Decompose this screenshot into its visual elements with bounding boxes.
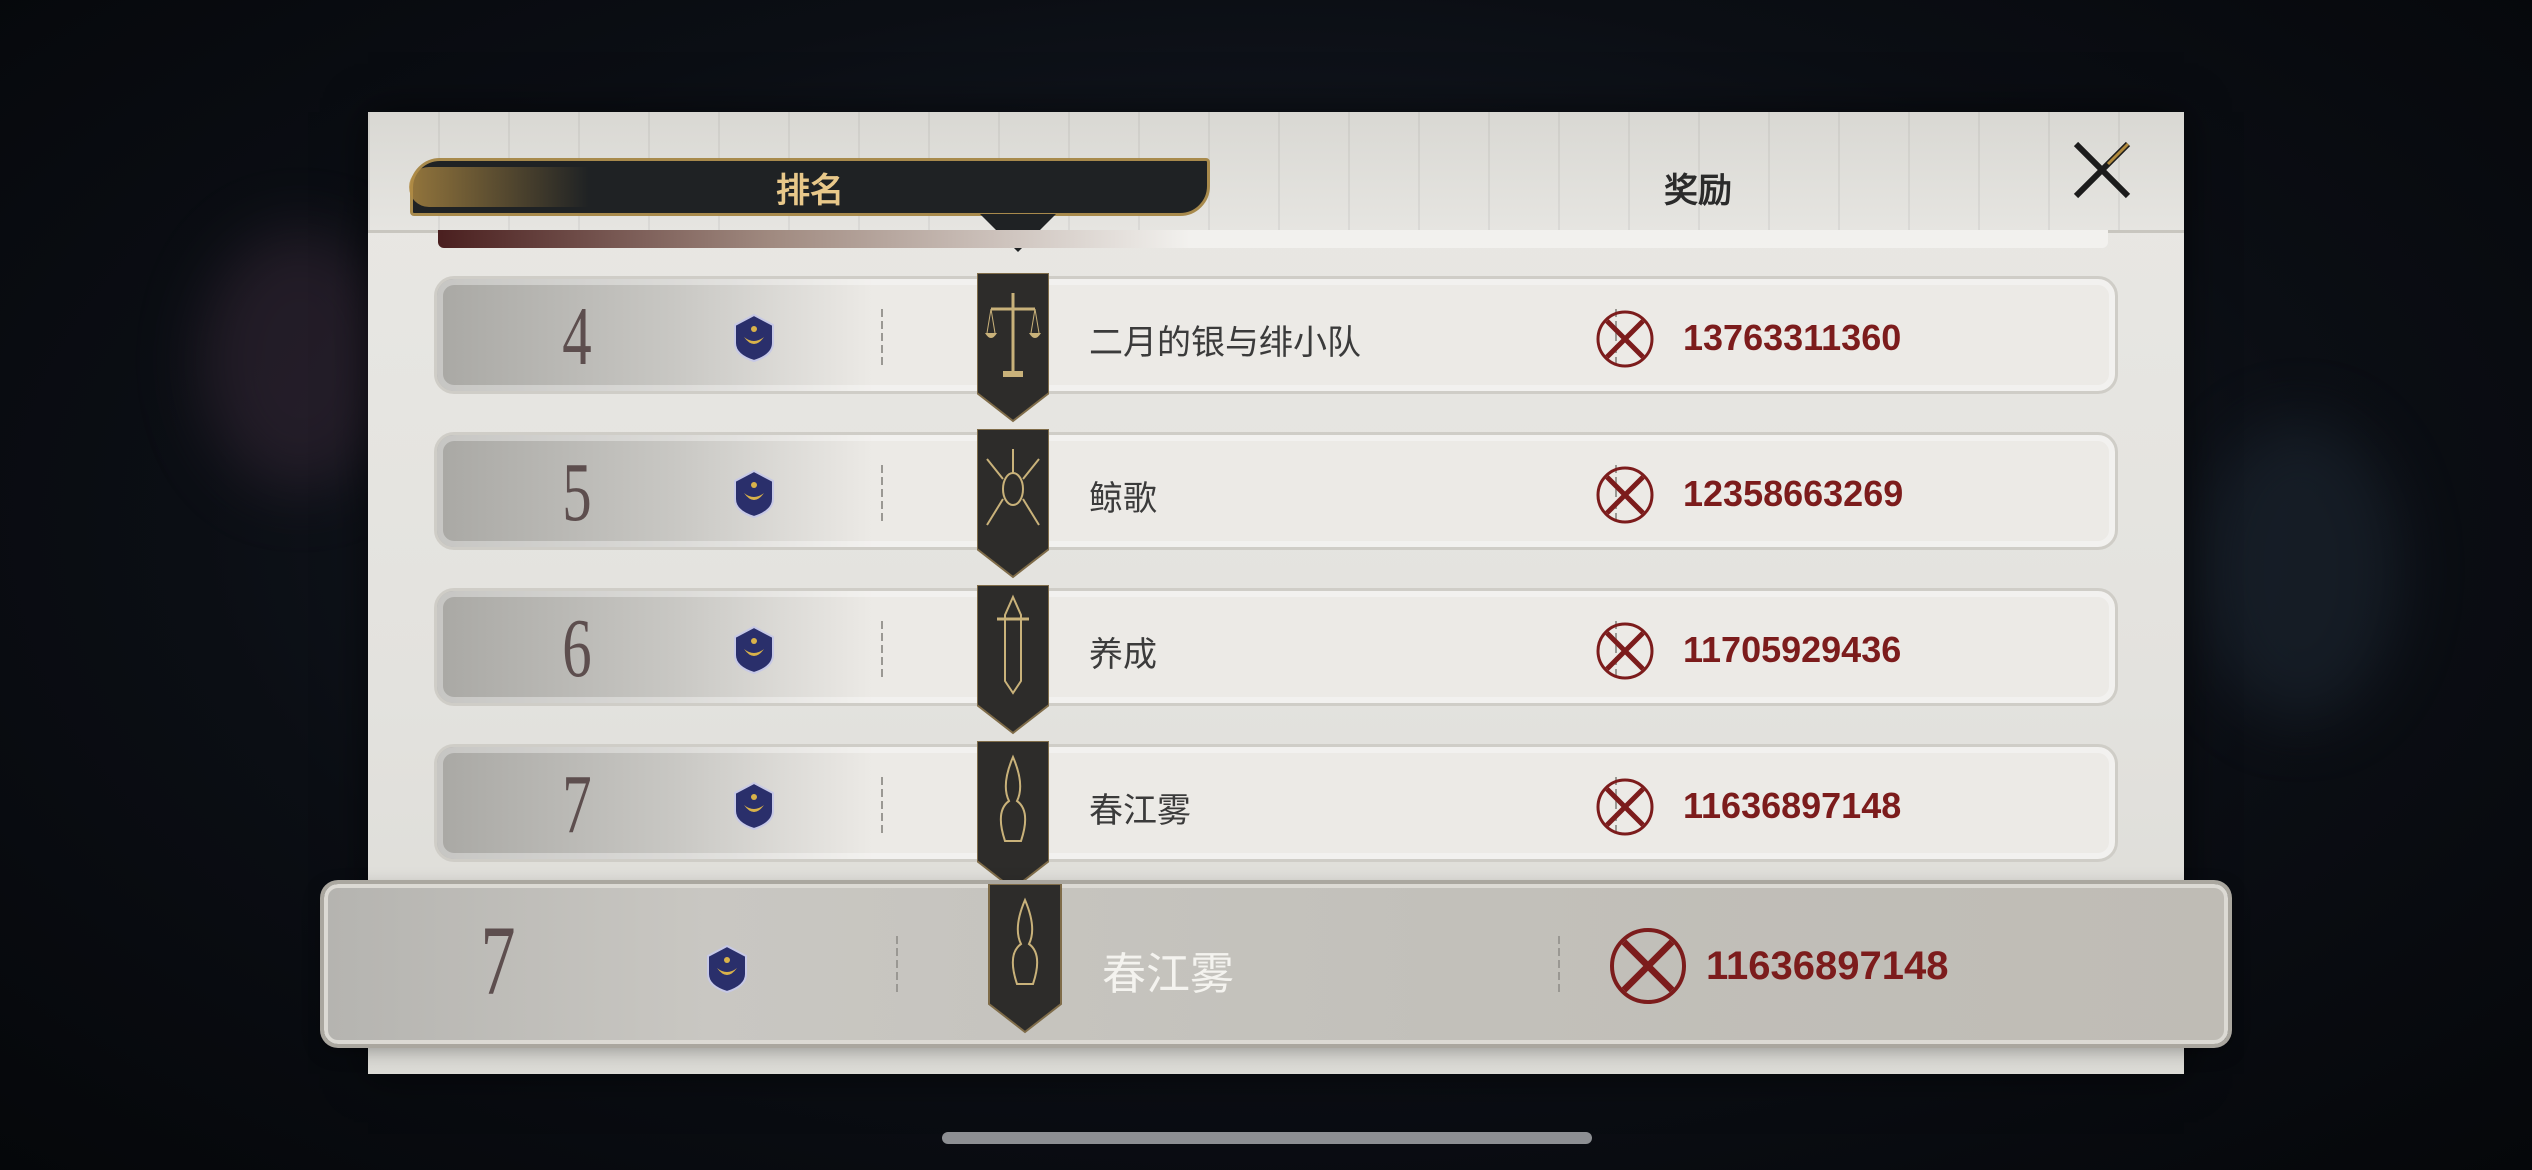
own-rank-row[interactable]: 7 春江雾 11636897148 bbox=[324, 884, 2228, 1044]
score-value: 11636897148 bbox=[1683, 785, 1902, 826]
separator bbox=[881, 621, 883, 679]
guild-crest-icon bbox=[734, 781, 774, 831]
score-value: 12358663269 bbox=[1683, 473, 1904, 514]
guild-crest-icon bbox=[734, 469, 774, 519]
separator bbox=[896, 936, 898, 994]
crossed-swords-icon bbox=[1610, 928, 1686, 1004]
tab-rank[interactable]: 排名 bbox=[409, 158, 1210, 216]
rank-number: 6 bbox=[562, 602, 592, 695]
ranking-row[interactable]: 4 二月的银与绯小队 13763311360 bbox=[434, 273, 2118, 423]
rank-number: 4 bbox=[562, 290, 592, 383]
ranking-row[interactable]: 5 鲸歌 12358663269 bbox=[434, 429, 2118, 579]
guild-crest-icon bbox=[707, 944, 747, 994]
rank-number: 7 bbox=[562, 758, 592, 851]
close-icon bbox=[2073, 141, 2131, 199]
guild-crest-icon bbox=[734, 313, 774, 363]
flame-icon bbox=[977, 741, 1049, 891]
separator bbox=[1558, 936, 1560, 994]
home-indicator[interactable] bbox=[942, 1132, 1592, 1144]
tab-reward-label: 奖励 bbox=[1664, 170, 1732, 211]
tab-underline bbox=[438, 230, 2108, 248]
crossed-swords-icon bbox=[1596, 778, 1654, 836]
team-name: 养成 bbox=[1089, 635, 1157, 675]
crossed-swords-icon bbox=[1596, 466, 1654, 524]
separator bbox=[881, 309, 883, 367]
sword-icon bbox=[977, 585, 1049, 735]
score-value: 13763311360 bbox=[1683, 317, 1902, 358]
separator bbox=[881, 777, 883, 835]
flame-icon bbox=[988, 884, 1062, 1034]
close-button[interactable] bbox=[2068, 136, 2136, 204]
background-blur-2 bbox=[2200, 420, 2400, 720]
tab-reward[interactable]: 奖励 bbox=[1548, 158, 1848, 216]
score-value: 11705929436 bbox=[1683, 629, 1902, 670]
score-value: 11636897148 bbox=[1706, 944, 1949, 988]
rank-number: 5 bbox=[562, 446, 592, 539]
team-name: 春江雾 bbox=[1089, 791, 1191, 831]
scales-icon bbox=[977, 273, 1049, 423]
ranking-row[interactable]: 7 春江雾 11636897148 bbox=[434, 741, 2118, 891]
team-name: 鲸歌 bbox=[1089, 479, 1157, 519]
guild-crest-icon bbox=[734, 625, 774, 675]
separator bbox=[881, 465, 883, 523]
crossed-swords-icon bbox=[1596, 310, 1654, 368]
spider-icon bbox=[977, 429, 1049, 579]
team-name: 春江雾 bbox=[1102, 949, 1234, 1000]
ranking-row[interactable]: 6 养成 11705929436 bbox=[434, 585, 2118, 735]
crossed-swords-icon bbox=[1596, 622, 1654, 680]
rank-number: 7 bbox=[480, 905, 516, 1016]
team-name: 二月的银与绯小队 bbox=[1089, 323, 1361, 363]
tab-rank-label: 排名 bbox=[776, 170, 844, 211]
